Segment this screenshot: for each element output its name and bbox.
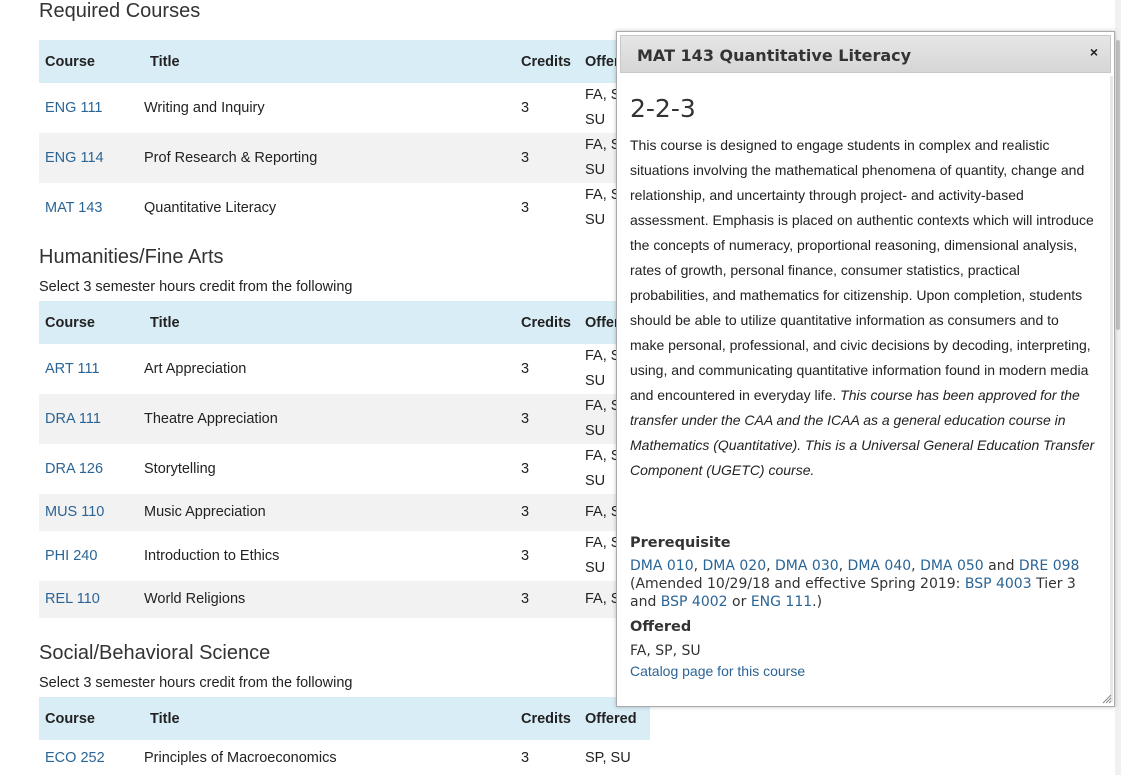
prereq-link-eng111[interactable]: ENG 111 bbox=[751, 594, 812, 610]
course-credits: 3 bbox=[515, 394, 581, 444]
course-title: Introduction to Ethics bbox=[144, 547, 280, 564]
course-title: Quantitative Literacy bbox=[144, 199, 277, 216]
course-title: Art Appreciation bbox=[144, 360, 247, 377]
table-row: DRA 111 Theatre Appreciation 3 FA, SP, SU bbox=[39, 394, 650, 444]
page-scrollbar-thumb[interactable] bbox=[1116, 40, 1120, 330]
table-row: ART 111 Art Appreciation 3 FA, SP, SU bbox=[39, 344, 650, 394]
section-note: Select 3 semester hours credit from the … bbox=[39, 675, 353, 691]
prereq-link-dma040[interactable]: DMA 040 bbox=[848, 558, 912, 574]
col-header-title: Title bbox=[144, 301, 515, 344]
section-heading: Humanities/Fine Arts bbox=[39, 246, 224, 268]
col-header-credits: Credits bbox=[515, 40, 581, 83]
table-row: MUS 110 Music Appreciation 3 FA, SP bbox=[39, 494, 650, 531]
prereq-and-text: and bbox=[988, 558, 1015, 574]
courses-table: Course Title Credits Offered ART 111 Art… bbox=[39, 301, 650, 618]
table-header-row: Course Title Credits Offered bbox=[39, 697, 650, 740]
course-title: Prof Research & Reporting bbox=[144, 133, 515, 183]
course-link[interactable]: MAT 143 bbox=[45, 200, 103, 216]
course-title: World Religions bbox=[144, 581, 515, 618]
course-offered: SP, SU bbox=[585, 750, 631, 766]
course-link[interactable]: DRA 111 bbox=[45, 411, 101, 427]
prereq-link-dma020[interactable]: DMA 020 bbox=[703, 558, 767, 574]
offered-value: FA, SP, SU bbox=[630, 643, 701, 659]
description-text: This course is designed to engage studen… bbox=[630, 137, 1094, 403]
prereq-link-bsp4002[interactable]: BSP 4002 bbox=[661, 594, 728, 610]
offered-label: Offered bbox=[630, 619, 692, 635]
course-title: Music Appreciation bbox=[144, 494, 515, 531]
section-heading: Required Courses bbox=[39, 0, 201, 22]
course-credits: 3 bbox=[515, 581, 581, 618]
section-required-courses: Required Courses Course Title Credits Of… bbox=[39, 0, 650, 233]
col-header-title: Title bbox=[144, 40, 515, 83]
page-scrollbar[interactable] bbox=[1115, 0, 1121, 775]
table-header-row: Course Title Credits Offered bbox=[39, 301, 650, 344]
col-header-credits: Credits bbox=[515, 301, 581, 344]
prerequisite-label: Prerequisite bbox=[630, 535, 731, 551]
course-link[interactable]: ART 111 bbox=[45, 361, 100, 377]
course-title: Storytelling bbox=[144, 460, 216, 477]
course-credits: 3 bbox=[515, 133, 581, 183]
course-link[interactable]: PHI 240 bbox=[45, 548, 97, 564]
course-credits: 3 bbox=[521, 360, 530, 377]
course-link[interactable]: MUS 110 bbox=[45, 504, 104, 520]
table-row: ENG 114 Prof Research & Reporting 3 FA, … bbox=[39, 133, 650, 183]
section-humanities: Humanities/Fine Arts Select 3 semester h… bbox=[39, 245, 650, 618]
course-title: Principles of Macroeconomics bbox=[144, 750, 337, 766]
courses-table: Course Title Credits Offered ECO 252 Pri… bbox=[39, 697, 650, 777]
section-note: Select 3 semester hours credit from the … bbox=[39, 279, 353, 295]
table-row: MAT 143 Quantitative Literacy 3 FA, SP, S… bbox=[39, 183, 650, 233]
col-header-credits: Credits bbox=[515, 697, 581, 740]
section-heading: Social/Behavioral Science bbox=[39, 642, 271, 664]
table-row: REL 110 World Religions 3 FA, SP bbox=[39, 581, 650, 618]
resize-handle-icon[interactable] bbox=[1102, 694, 1112, 704]
course-link[interactable]: ENG 114 bbox=[45, 150, 104, 166]
dialog-titlebar[interactable]: MAT 143 Quantitative Literacy × bbox=[620, 35, 1111, 73]
dialog-body: 2-2-3 This course is designed to engage … bbox=[630, 90, 1096, 679]
course-credits: 3 bbox=[521, 547, 530, 564]
table-row: ENG 111 Writing and Inquiry 3 FA, SP, SU bbox=[39, 83, 650, 133]
table-row: DRA 126 Storytelling 3 FA, SP, SU bbox=[39, 444, 650, 494]
col-header-title: Title bbox=[144, 697, 515, 740]
table-row: PHI 240 Introduction to Ethics 3 FA, SP,… bbox=[39, 531, 650, 581]
course-hours: 2-2-3 bbox=[630, 94, 696, 123]
catalog-page-link[interactable]: Catalog page for this course bbox=[630, 663, 805, 679]
course-credits: 3 bbox=[521, 460, 530, 477]
course-link[interactable]: REL 110 bbox=[45, 591, 100, 607]
prereq-link-dma030[interactable]: DMA 030 bbox=[775, 558, 839, 574]
course-detail-dialog: MAT 143 Quantitative Literacy × 2-2-3 Th… bbox=[616, 31, 1115, 707]
table-row: ECO 252 Principles of Macroeconomics 3 S… bbox=[39, 740, 650, 777]
dialog-title: MAT 143 Quantitative Literacy bbox=[637, 46, 912, 65]
prereq-or-text: or bbox=[732, 594, 747, 610]
col-header-course: Course bbox=[39, 697, 144, 740]
course-title: Theatre Appreciation bbox=[144, 394, 515, 444]
prerequisite-text: DMA 010, DMA 020, DMA 030, DMA 040, DMA … bbox=[630, 558, 1080, 610]
prereq-link-dma010[interactable]: DMA 010 bbox=[630, 558, 694, 574]
courses-table: Course Title Credits Offered ENG 111 Wri… bbox=[39, 40, 650, 233]
course-credits: 3 bbox=[521, 99, 530, 116]
table-header-row: Course Title Credits Offered bbox=[39, 40, 650, 83]
prereq-link-dre098[interactable]: DRE 098 bbox=[1019, 558, 1080, 574]
course-credits: 3 bbox=[515, 494, 581, 531]
dialog-scrollbar[interactable] bbox=[1109, 76, 1114, 702]
prereq-amended-text: (Amended 10/29/18 and effective Spring 2… bbox=[630, 576, 961, 592]
course-link[interactable]: DRA 126 bbox=[45, 461, 103, 477]
section-social-behavioral: Social/Behavioral Science Select 3 semes… bbox=[39, 641, 650, 777]
prereq-link-dma050[interactable]: DMA 050 bbox=[920, 558, 984, 574]
course-credits: 3 bbox=[521, 750, 530, 766]
course-credits: 3 bbox=[521, 199, 530, 216]
course-title: Writing and Inquiry bbox=[144, 99, 265, 116]
col-header-course: Course bbox=[39, 301, 144, 344]
course-link[interactable]: ECO 252 bbox=[45, 750, 105, 766]
course-description: This course is designed to engage studen… bbox=[630, 133, 1096, 483]
col-header-course: Course bbox=[39, 40, 144, 83]
prereq-link-bsp4003[interactable]: BSP 4003 bbox=[965, 576, 1032, 592]
course-link[interactable]: ENG 111 bbox=[45, 100, 103, 116]
close-icon[interactable]: × bbox=[1085, 43, 1103, 61]
prereq-close-text: .) bbox=[812, 594, 823, 610]
